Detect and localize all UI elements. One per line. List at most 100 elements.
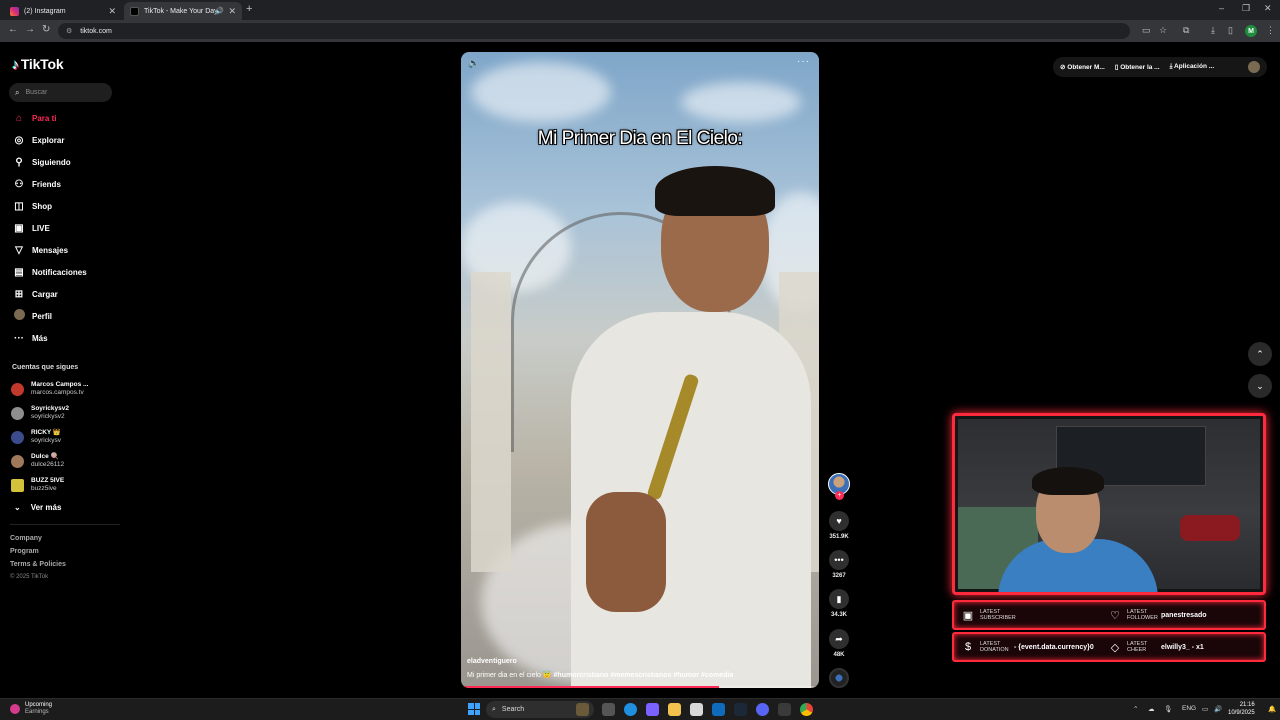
tray-chevron-up-icon[interactable]: ⌃ <box>1133 705 1138 713</box>
comment-icon[interactable]: ••• <box>829 550 849 570</box>
close-window-icon[interactable]: ✕ <box>1264 3 1272 14</box>
caption-text: Mi primer dia en el cielo 😇 <box>467 672 552 679</box>
copilot-icon[interactable] <box>646 703 659 716</box>
save-count: 34.3K <box>830 612 847 618</box>
avatar <box>11 454 24 468</box>
following-account[interactable]: RICKY 👑 soyrickysv <box>11 429 61 445</box>
tab-instagram[interactable]: (2) Instagram ✕ <box>4 2 122 20</box>
steam-icon[interactable] <box>734 703 747 716</box>
previous-video-button[interactable]: ⌃ <box>1248 342 1272 366</box>
store-icon[interactable] <box>690 703 703 716</box>
profile-avatar-icon[interactable]: M <box>1245 25 1257 37</box>
restore-icon[interactable]: ❐ <box>1242 3 1250 14</box>
discord-icon[interactable] <box>756 703 769 716</box>
footer-link-company[interactable]: Company <box>10 535 42 542</box>
speaker-icon[interactable]: 🔊 <box>215 7 224 15</box>
search-label: Search <box>501 706 525 713</box>
task-view-icon[interactable] <box>602 703 615 716</box>
heart-icon[interactable]: ♥ <box>829 511 849 531</box>
account-name: Marcos Campos ... <box>31 381 89 388</box>
volume-icon[interactable]: 🔈 <box>468 58 479 69</box>
video-progress-bar[interactable] <box>461 686 819 688</box>
nav-item-explorar[interactable]: ◎ Explorar <box>12 133 65 147</box>
get-app-button[interactable]: ▯ Obtener la ... <box>1115 63 1160 71</box>
desktop-app-button[interactable]: ⤓ Aplicación ... <box>1170 63 1215 71</box>
next-video-button[interactable]: ⌄ <box>1248 374 1272 398</box>
new-tab-icon[interactable]: + <box>246 3 252 15</box>
address-bar[interactable]: ⚙ tiktok.com <box>58 23 1130 39</box>
video-player[interactable]: Mi Primer Dia en El Cielo: 🔈 ··· eladven… <box>461 52 819 688</box>
nav-item-live[interactable]: ▣ LIVE <box>12 221 50 235</box>
site-info-icon[interactable]: ⚙ <box>66 27 72 35</box>
account-handle: soyrickysv <box>31 437 61 444</box>
tiktok-logo[interactable]: ♪ TikTok <box>12 56 64 72</box>
save-action[interactable]: ▮ 34.3K <box>827 589 851 618</box>
nav-item-mas[interactable]: ··· Más <box>12 331 48 345</box>
nav-label: Shop <box>32 201 52 211</box>
chrome-icon[interactable] <box>800 703 813 716</box>
alert-label: LATEST FOLLOWER <box>1127 609 1158 621</box>
reload-icon[interactable]: ↻ <box>42 24 50 35</box>
music-disc-icon[interactable] <box>829 668 849 688</box>
volume-icon[interactable]: 🔊 <box>1214 705 1222 713</box>
search-highlight-icon[interactable] <box>576 703 589 716</box>
windows-start-icon[interactable] <box>468 703 480 715</box>
forward-icon[interactable]: → <box>25 24 35 35</box>
tab-title: TikTok - Make Your Day <box>144 7 218 15</box>
following-account[interactable]: Marcos Campos ... marcos.campos.tv <box>11 381 88 397</box>
sidepanel-icon[interactable]: ▯ <box>1228 25 1233 36</box>
more-options-icon[interactable]: ··· <box>797 56 810 67</box>
like-action[interactable]: ♥ 351.9K <box>827 511 851 540</box>
onedrive-icon[interactable]: ☁ <box>1148 705 1155 713</box>
latest-cheer: ◇ LATEST CHEER elwilly3_ - x1 <box>1107 634 1204 660</box>
file-explorer-icon[interactable] <box>668 703 681 716</box>
nav-item-notificaciones[interactable]: ▤ Notificaciones <box>12 265 86 279</box>
nav-item-para-ti[interactable]: ⌂ Para ti <box>12 111 57 125</box>
cast-icon[interactable]: ▭ <box>1142 25 1151 36</box>
user-avatar[interactable] <box>1248 61 1260 73</box>
see-more-button[interactable]: ⌄ Ver más <box>14 503 61 512</box>
button-label: Aplicación ... <box>1174 63 1215 70</box>
share-action[interactable]: ➦ 48K <box>827 629 851 658</box>
widgets-button[interactable]: Upcoming Earnings <box>10 702 52 716</box>
notification-bell-icon[interactable]: 🔔 <box>1268 705 1276 713</box>
language-indicator[interactable]: ENG <box>1182 705 1196 712</box>
tab-tiktok[interactable]: TikTok - Make Your Day 🔊 ✕ <box>124 2 242 20</box>
bookmark-star-icon[interactable]: ☆ <box>1159 25 1167 36</box>
following-account[interactable]: BUZZ 5IVE buzz5ive <box>11 477 64 493</box>
nav-item-shop[interactable]: ◫ Shop <box>12 199 52 213</box>
get-coins-button[interactable]: ⊘ Obtener M... <box>1060 63 1105 71</box>
nav-item-siguiendo[interactable]: ⚲ Siguiendo <box>12 155 70 169</box>
nav-item-perfil[interactable]: Perfil <box>12 309 52 323</box>
nav-item-cargar[interactable]: ⊞ Cargar <box>12 287 58 301</box>
nav-item-mensajes[interactable]: ▽ Mensajes <box>12 243 68 257</box>
clock[interactable]: 21:16 10/9/2025 <box>1228 701 1255 717</box>
search-input[interactable]: ⌕ Buscar <box>9 83 112 102</box>
menu-dots-icon[interactable]: ⋮ <box>1266 25 1275 36</box>
minimize-icon[interactable]: – <box>1219 3 1224 13</box>
share-arrow-icon[interactable]: ➦ <box>829 629 849 649</box>
account-handle: soyrickysv2 <box>31 413 65 420</box>
more-icon: ··· <box>14 332 24 344</box>
following-account[interactable]: Dulce 🍭 dulce26112 <box>11 453 64 469</box>
footer-link-program[interactable]: Program <box>10 548 39 555</box>
nav-item-friends[interactable]: ⚇ Friends <box>12 177 61 191</box>
close-icon[interactable]: ✕ <box>108 6 116 17</box>
footer-link-terms[interactable]: Terms & Policies <box>10 561 66 568</box>
microphone-icon[interactable]: 🎙 <box>1164 705 1172 713</box>
close-icon[interactable]: ✕ <box>228 6 236 17</box>
comment-count: 3267 <box>832 573 846 579</box>
extensions-icon[interactable]: ⧉ <box>1183 25 1189 36</box>
network-icon[interactable]: ▭ <box>1202 705 1208 713</box>
caption-hashtags[interactable]: #humorcristiano #memescristianos #humor … <box>554 672 734 679</box>
outlook-icon[interactable] <box>712 703 725 716</box>
follow-plus-icon[interactable]: + <box>835 491 844 500</box>
download-icon[interactable]: ⤓ <box>1211 25 1215 36</box>
obs-icon[interactable] <box>778 703 791 716</box>
bookmark-icon[interactable]: ▮ <box>829 589 849 609</box>
back-icon[interactable]: ← <box>8 24 18 35</box>
video-author[interactable]: eladventiguero <box>467 658 517 665</box>
comment-action[interactable]: ••• 3267 <box>827 550 851 579</box>
following-account[interactable]: Soyrickysv2 soyrickysv2 <box>11 405 69 421</box>
edge-icon[interactable] <box>624 703 637 716</box>
